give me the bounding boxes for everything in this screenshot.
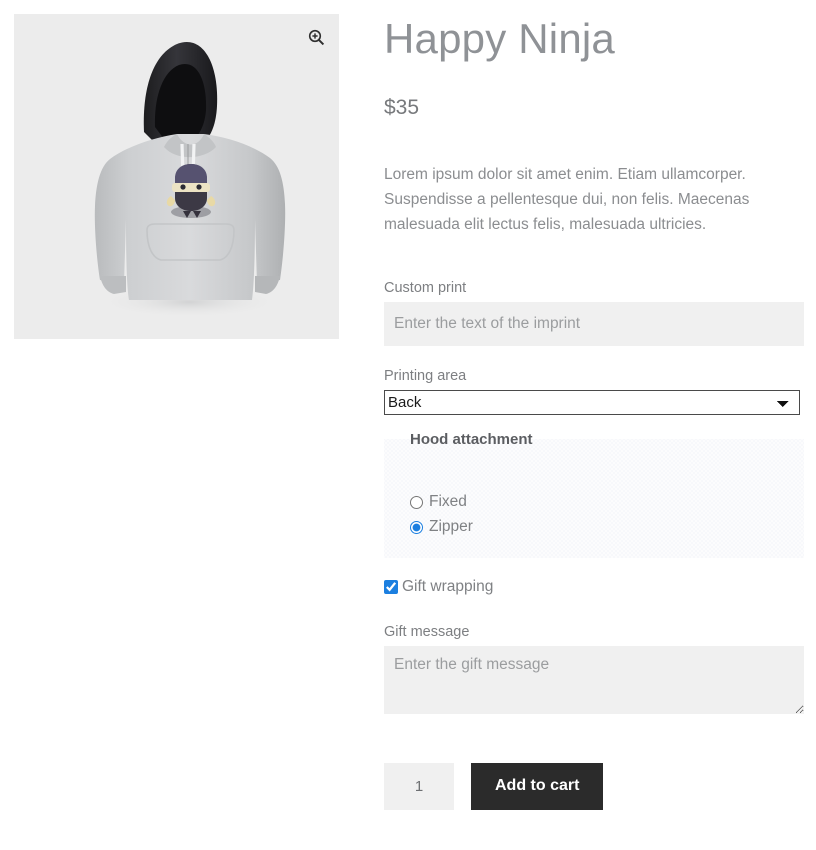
hood-fixed-label[interactable]: Fixed — [429, 493, 467, 511]
hood-zipper-radio[interactable] — [410, 520, 423, 534]
product-price: $35 — [384, 95, 420, 119]
hood-attachment-legend: Hood attachment — [410, 430, 533, 448]
field-gift-message: Gift message — [384, 624, 804, 714]
product-gallery[interactable] — [14, 14, 339, 339]
product-title: Happy Ninja — [384, 15, 615, 62]
product-description: Lorem ipsum dolor sit amet enim. Etiam u… — [384, 165, 750, 233]
field-custom-print: Custom print — [384, 280, 804, 346]
hood-attachment-fieldset: Hood attachment Fixed Zipper — [384, 431, 804, 558]
add-to-cart-form: Custom print Printing area Back Hood att… — [384, 237, 804, 810]
gift-wrapping-checkbox[interactable] — [384, 579, 398, 594]
gift-wrapping-label[interactable]: Gift wrapping — [402, 578, 493, 596]
quantity-input[interactable] — [384, 762, 454, 810]
hood-zipper-label[interactable]: Zipper — [429, 518, 473, 536]
hood-attachment-options: Fixed Zipper — [384, 464, 804, 540]
printing-area-label: Printing area — [384, 367, 467, 384]
custom-print-input[interactable] — [384, 301, 804, 346]
product-page: Happy Ninja $35 Lorem ipsum dolor sit am… — [0, 0, 816, 850]
product-summary: Happy Ninja $35 Lorem ipsum dolor sit am… — [384, 0, 804, 810]
field-printing-area: Printing area Back — [384, 368, 804, 415]
gift-message-textarea[interactable] — [384, 645, 804, 714]
add-to-cart-button[interactable]: Add to cart — [471, 762, 604, 810]
zoom-in-icon[interactable] — [301, 22, 331, 52]
gift-wrapping-row[interactable]: Gift wrapping — [384, 578, 804, 596]
custom-print-label: Custom print — [384, 279, 467, 296]
cart-actions: Add to cart — [384, 736, 804, 810]
radio-option-zipper[interactable]: Zipper — [410, 515, 804, 540]
gift-message-label: Gift message — [384, 623, 470, 640]
radio-option-fixed[interactable]: Fixed — [410, 490, 804, 515]
product-image[interactable] — [14, 14, 339, 339]
printing-area-select[interactable]: Back — [384, 389, 800, 415]
hood-fixed-radio[interactable] — [410, 495, 423, 509]
